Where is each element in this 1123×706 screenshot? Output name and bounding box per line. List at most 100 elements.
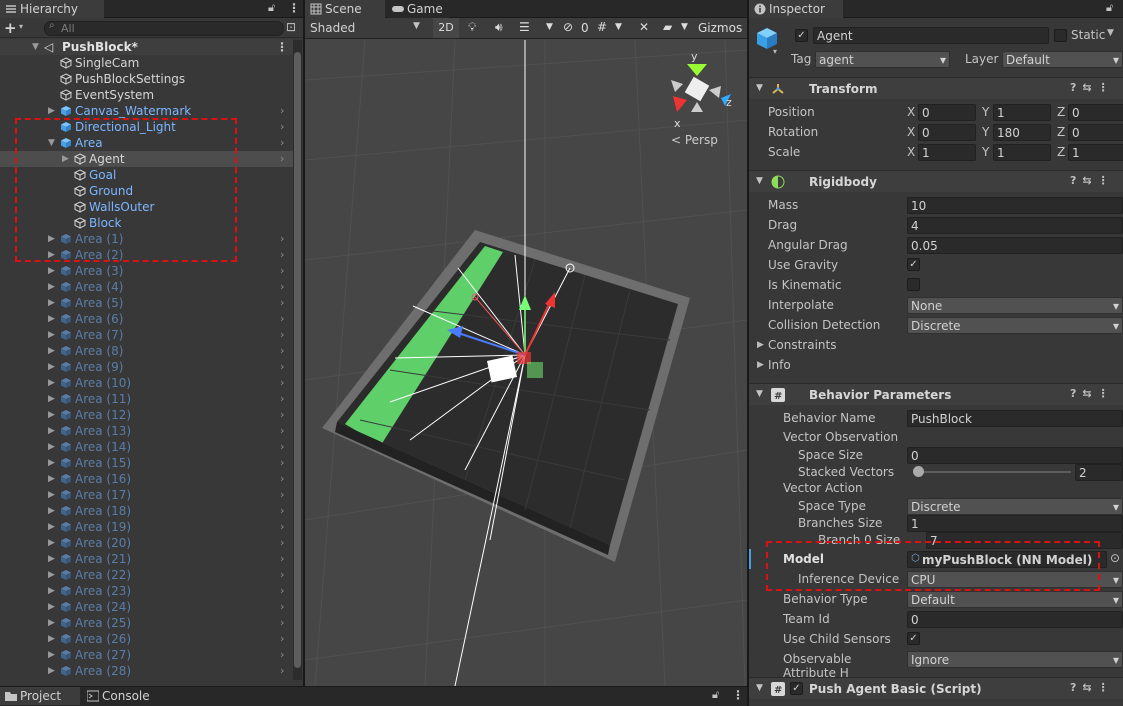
model-field[interactable]: myPushBlock (NN Model) bbox=[907, 551, 1107, 568]
team-id-field[interactable]: 0 bbox=[907, 611, 1123, 628]
hierarchy-item[interactable]: ▶ Area (3) › bbox=[0, 263, 293, 279]
lock-icon[interactable]: 🔓︎ bbox=[712, 688, 719, 702]
position-z-field[interactable]: 0 bbox=[1068, 104, 1123, 121]
component-tools-icon[interactable]: ?⇆⋮ bbox=[1070, 681, 1115, 694]
hierarchy-item[interactable]: ▶ Area (5) › bbox=[0, 295, 293, 311]
more-options-icon[interactable]: ⋮ bbox=[288, 1, 300, 15]
axis-y-label[interactable]: Y bbox=[982, 105, 989, 119]
fold-arrow-icon[interactable]: ▶ bbox=[48, 567, 55, 583]
chevron-right-icon[interactable]: › bbox=[280, 135, 284, 151]
component-tools-icon[interactable]: ?⇆⋮ bbox=[1070, 174, 1115, 187]
shading-chevron-icon[interactable]: ▼ bbox=[413, 21, 420, 31]
fold-arrow-icon[interactable]: ▶ bbox=[48, 391, 55, 407]
hierarchy-item[interactable]: ▶ Area (22) › bbox=[0, 567, 293, 583]
scrollbar-thumb[interactable] bbox=[294, 52, 301, 668]
chevron-right-icon[interactable]: › bbox=[280, 327, 284, 343]
angular-drag-field[interactable]: 0.05 bbox=[907, 237, 1123, 254]
scene-search-icon[interactable]: ⊡ bbox=[286, 20, 296, 34]
scene-root-row[interactable]: ▼ ◁ PushBlock* ⋮ bbox=[0, 39, 293, 55]
push-agent-basic-header[interactable]: ▼ # ✓ Push Agent Basic (Script) ?⇆⋮ bbox=[749, 677, 1123, 699]
behavior-parameters-header[interactable]: ▼ # Behavior Parameters ?⇆⋮ bbox=[749, 383, 1123, 405]
scale-z-field[interactable]: 1 bbox=[1068, 144, 1123, 161]
chevron-right-icon[interactable]: › bbox=[280, 455, 284, 471]
script-enabled-checkbox[interactable]: ✓ bbox=[790, 682, 803, 695]
fold-arrow-icon[interactable]: ▶ bbox=[48, 359, 55, 375]
effects-chevron-icon[interactable]: ▼ bbox=[546, 22, 553, 32]
use-child-sensors-checkbox[interactable]: ✓ bbox=[907, 632, 920, 645]
chevron-right-icon[interactable]: › bbox=[280, 503, 284, 519]
axis-y-label[interactable]: Y bbox=[982, 125, 989, 139]
fold-arrow-icon[interactable]: ▶ bbox=[48, 231, 55, 247]
chevron-right-icon[interactable]: › bbox=[280, 391, 284, 407]
lock-icon[interactable]: 🔓︎ bbox=[1106, 1, 1113, 15]
hierarchy-item[interactable]: ▶ Area (7) › bbox=[0, 327, 293, 343]
chevron-right-icon[interactable]: › bbox=[280, 343, 284, 359]
object-name-field[interactable]: Agent bbox=[813, 27, 1049, 44]
fold-arrow-icon[interactable]: ▶ bbox=[48, 487, 55, 503]
hierarchy-item[interactable]: ▶ Area (10) › bbox=[0, 375, 293, 391]
chevron-right-icon[interactable]: › bbox=[280, 647, 284, 663]
hierarchy-item[interactable]: ▶ Area (14) › bbox=[0, 439, 293, 455]
chevron-right-icon[interactable]: › bbox=[280, 359, 284, 375]
icon-chevron-icon[interactable]: ▾ bbox=[773, 47, 777, 56]
grid-chevron-icon[interactable]: ▼ bbox=[615, 22, 622, 32]
axis-z-label[interactable]: Z bbox=[1057, 145, 1065, 159]
fold-arrow-icon[interactable]: ▶ bbox=[62, 151, 69, 167]
chevron-right-icon[interactable]: › bbox=[280, 663, 284, 679]
hierarchy-item[interactable]: ▶ Area (2) › bbox=[0, 247, 293, 263]
fold-arrow-icon[interactable]: ▼ bbox=[32, 39, 39, 55]
interpolate-dropdown[interactable]: None bbox=[907, 297, 1123, 314]
layer-dropdown[interactable]: Default bbox=[1002, 51, 1123, 68]
fold-arrow-icon[interactable]: ▶ bbox=[48, 647, 55, 663]
fold-arrow-icon[interactable]: ▶ bbox=[48, 247, 55, 263]
effects-icon[interactable]: ☰ bbox=[519, 20, 530, 34]
hierarchy-item[interactable]: Ground bbox=[0, 183, 293, 199]
space-type-dropdown[interactable]: Discrete bbox=[907, 498, 1123, 515]
collision-dropdown[interactable]: Discrete bbox=[907, 317, 1123, 334]
tools-icon[interactable]: ✕ bbox=[639, 20, 649, 34]
behavior-type-dropdown[interactable]: Default bbox=[907, 591, 1123, 608]
fold-arrow-icon[interactable]: ▶ bbox=[48, 471, 55, 487]
fold-arrow-icon[interactable]: ▶ bbox=[48, 423, 55, 439]
projection-label[interactable]: < Persp bbox=[671, 133, 718, 147]
hierarchy-item[interactable]: ▶ Area (15) › bbox=[0, 455, 293, 471]
axis-z-label[interactable]: Z bbox=[1057, 105, 1065, 119]
fold-arrow-icon[interactable]: ▼ bbox=[756, 176, 763, 186]
chevron-right-icon[interactable]: › bbox=[280, 151, 284, 167]
hierarchy-item[interactable]: ▶ Area (25) › bbox=[0, 615, 293, 631]
inference-device-dropdown[interactable]: CPU bbox=[907, 571, 1123, 588]
position-x-field[interactable]: 0 bbox=[918, 104, 976, 121]
space-size-field[interactable]: 0 bbox=[907, 447, 1123, 464]
slider-knob[interactable] bbox=[913, 466, 924, 477]
grid-toggle-icon[interactable]: # bbox=[597, 20, 607, 34]
fold-arrow-icon[interactable]: ▶ bbox=[48, 535, 55, 551]
mode-2d-button[interactable]: 2D bbox=[433, 18, 459, 38]
add-dropdown-icon[interactable]: ▾ bbox=[19, 22, 23, 31]
hierarchy-item[interactable]: ▶ Area (18) › bbox=[0, 503, 293, 519]
hierarchy-item[interactable]: ▶ Canvas_Watermark › bbox=[0, 103, 293, 119]
use-gravity-checkbox[interactable]: ✓ bbox=[907, 258, 920, 271]
is-kinematic-checkbox[interactable] bbox=[907, 278, 920, 291]
hierarchy-item[interactable]: WallsOuter bbox=[0, 199, 293, 215]
chevron-right-icon[interactable]: › bbox=[280, 311, 284, 327]
hierarchy-item[interactable]: ▶ Area (28) › bbox=[0, 663, 293, 679]
scale-y-field[interactable]: 1 bbox=[993, 144, 1051, 161]
fold-arrow-icon[interactable]: ▶ bbox=[48, 295, 55, 311]
rotation-y-field[interactable]: 180 bbox=[993, 124, 1051, 141]
fold-arrow-icon[interactable]: ▶ bbox=[48, 519, 55, 535]
hierarchy-item[interactable]: ▶ Area (11) › bbox=[0, 391, 293, 407]
chevron-right-icon[interactable]: › bbox=[280, 407, 284, 423]
chevron-right-icon[interactable]: › bbox=[280, 567, 284, 583]
fold-arrow-icon[interactable]: ▼ bbox=[756, 683, 763, 693]
chevron-right-icon[interactable]: › bbox=[280, 295, 284, 311]
hierarchy-item[interactable]: ▼ Area › bbox=[0, 135, 293, 151]
hierarchy-item[interactable]: ▶ Area (9) › bbox=[0, 359, 293, 375]
axis-x-label[interactable]: X bbox=[907, 125, 915, 139]
hierarchy-item[interactable]: ▶ Area (23) › bbox=[0, 583, 293, 599]
fold-arrow-icon[interactable]: ▶ bbox=[48, 455, 55, 471]
chevron-right-icon[interactable]: › bbox=[280, 487, 284, 503]
hierarchy-item[interactable]: ▶ Area (6) › bbox=[0, 311, 293, 327]
branch-0-size-field[interactable]: 7 bbox=[926, 532, 1123, 549]
fold-arrow-icon[interactable]: ▶ bbox=[48, 103, 55, 119]
hierarchy-item[interactable]: ▶ Area (20) › bbox=[0, 535, 293, 551]
